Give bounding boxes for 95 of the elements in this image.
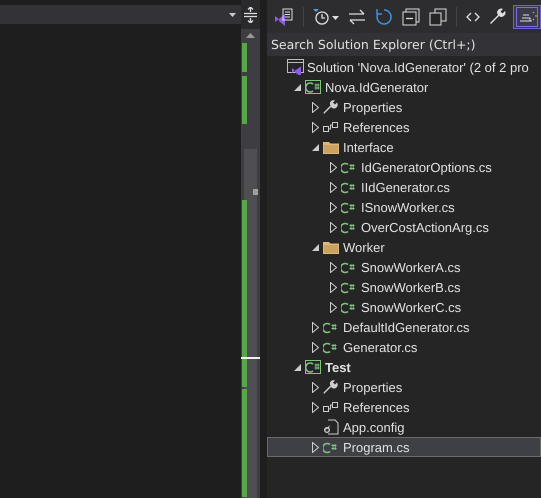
tree-item-label: SnowWorkerC.cs: [361, 300, 462, 314]
tree-item[interactable]: Worker: [267, 237, 541, 257]
tree-item[interactable]: Properties: [267, 97, 541, 117]
references-icon: [323, 401, 339, 413]
tree-item[interactable]: References: [267, 397, 541, 417]
csharp-file-icon: [323, 340, 339, 354]
expanded-arrow-icon[interactable]: [312, 144, 319, 150]
wrench-icon: [489, 8, 507, 26]
folder-icon: [323, 140, 339, 154]
tree-item[interactable]: IIdGenerator.cs: [267, 177, 541, 197]
collapsed-arrow-icon[interactable]: [312, 122, 319, 132]
collapsed-arrow-icon[interactable]: [330, 282, 337, 292]
tree-item-label: Program.cs: [343, 440, 410, 454]
tree-item[interactable]: SnowWorkerC.cs: [267, 297, 541, 317]
tree-item-label: IdGeneratorOptions.cs: [361, 160, 492, 174]
change-marker: [242, 76, 247, 124]
collapsed-arrow-icon[interactable]: [330, 162, 337, 172]
solution-icon: [287, 59, 305, 75]
preview-icon: [516, 6, 538, 26]
tree-item[interactable]: Properties: [267, 377, 541, 397]
tree-item-label: DefaultIdGenerator.cs: [343, 320, 470, 334]
collapsed-arrow-icon[interactable]: [330, 202, 337, 212]
tree-item[interactable]: DefaultIdGenerator.cs: [267, 317, 541, 337]
tree-item[interactable]: Generator.cs: [267, 337, 541, 357]
collapsed-arrow-icon[interactable]: [312, 322, 319, 332]
solution-switch-icon: [274, 8, 294, 26]
tree-item-label: SnowWorkerB.cs: [361, 280, 460, 294]
csharp-file-icon: [341, 260, 357, 274]
tree-item-label: SnowWorkerA.cs: [361, 260, 460, 274]
tree-item[interactable]: SnowWorkerA.cs: [267, 257, 541, 277]
csharp-file-icon: [323, 320, 339, 334]
tree-item-label: References: [343, 120, 410, 134]
history-icon: [313, 8, 339, 26]
tree-item-label: Generator.cs: [343, 340, 418, 354]
caret-position-marker: [241, 357, 260, 359]
collapsed-arrow-icon[interactable]: [312, 442, 319, 452]
collapsed-arrow-icon[interactable]: [312, 402, 319, 412]
copy-icon: [429, 8, 447, 26]
csharp-file-icon: [341, 220, 357, 234]
config-file-icon: [323, 419, 339, 435]
tree-item[interactable]: Nova.IdGenerator: [267, 77, 541, 97]
references-icon: [323, 121, 339, 133]
csharp-file-icon: [341, 200, 357, 214]
tree-item-label: Worker: [343, 240, 385, 254]
collapse-all-icon: [402, 8, 420, 26]
collapsed-arrow-icon[interactable]: [330, 262, 337, 272]
project-icon: [305, 80, 321, 94]
csharp-file-icon: [323, 440, 339, 454]
tree-item-label: App.config: [343, 420, 404, 434]
folder-icon: [323, 240, 339, 254]
collapsed-arrow-icon[interactable]: [312, 102, 319, 112]
collapsed-arrow-icon[interactable]: [330, 302, 337, 312]
collapsed-arrow-icon[interactable]: [312, 382, 319, 392]
tree-item[interactable]: IdGeneratorOptions.cs: [267, 157, 541, 177]
tree-item[interactable]: References: [267, 117, 541, 137]
tree-item[interactable]: OverCostActionArg.cs: [267, 217, 541, 237]
tree-item[interactable]: SnowWorkerB.cs: [267, 277, 541, 297]
wrench-icon: [323, 379, 339, 395]
tree-item-label: Properties: [343, 100, 402, 114]
collapsed-arrow-icon[interactable]: [330, 222, 337, 232]
tree-item[interactable]: ISnowWorker.cs: [267, 197, 541, 217]
expanded-arrow-icon[interactable]: [312, 244, 319, 250]
tree-item[interactable]: Solution 'Nova.IdGenerator' (2 of 2 pro: [267, 57, 541, 77]
collapsed-arrow-icon[interactable]: [330, 182, 337, 192]
csharp-file-icon: [341, 280, 357, 294]
tree-item-label: References: [343, 400, 410, 414]
search-field[interactable]: Search Solution Explorer (Ctrl+;): [267, 33, 541, 56]
swap-arrows-icon: [348, 8, 366, 26]
tree-item-label: OverCostActionArg.cs: [361, 220, 489, 234]
expanded-arrow-icon[interactable]: [294, 364, 301, 370]
csharp-file-icon: [341, 300, 357, 314]
wrench-icon: [323, 99, 339, 115]
expanded-arrow-icon[interactable]: [294, 84, 301, 90]
project-icon: [305, 360, 321, 374]
collapsed-arrow-icon[interactable]: [312, 342, 319, 352]
tree-item[interactable]: Interface: [267, 137, 541, 157]
csharp-file-icon: [341, 180, 357, 194]
refresh-icon: [375, 8, 393, 26]
split-icon[interactable]: [244, 7, 257, 23]
tree-item-label: Properties: [343, 380, 402, 394]
tree-item-label: Test: [325, 360, 351, 374]
tree-item[interactable]: Program.cs: [267, 437, 541, 457]
csharp-file-icon: [341, 160, 357, 174]
tree-item-label: Nova.IdGenerator: [325, 80, 428, 94]
scroll-position-marker: [253, 189, 258, 195]
scroll-up-icon[interactable]: [246, 33, 255, 38]
tree-item-label: IIdGenerator.cs: [361, 180, 450, 194]
tree-item-label: ISnowWorker.cs: [361, 200, 455, 214]
caret-icon: [229, 12, 236, 16]
tree-item[interactable]: Test: [267, 357, 541, 377]
change-marker: [242, 43, 247, 72]
tree-item[interactable]: App.config: [267, 417, 541, 437]
toolbar-button[interactable]: [513, 4, 541, 28]
tree-item-label: Solution 'Nova.IdGenerator' (2 of 2 pro: [307, 60, 529, 74]
tree-item-label: Interface: [343, 140, 394, 154]
